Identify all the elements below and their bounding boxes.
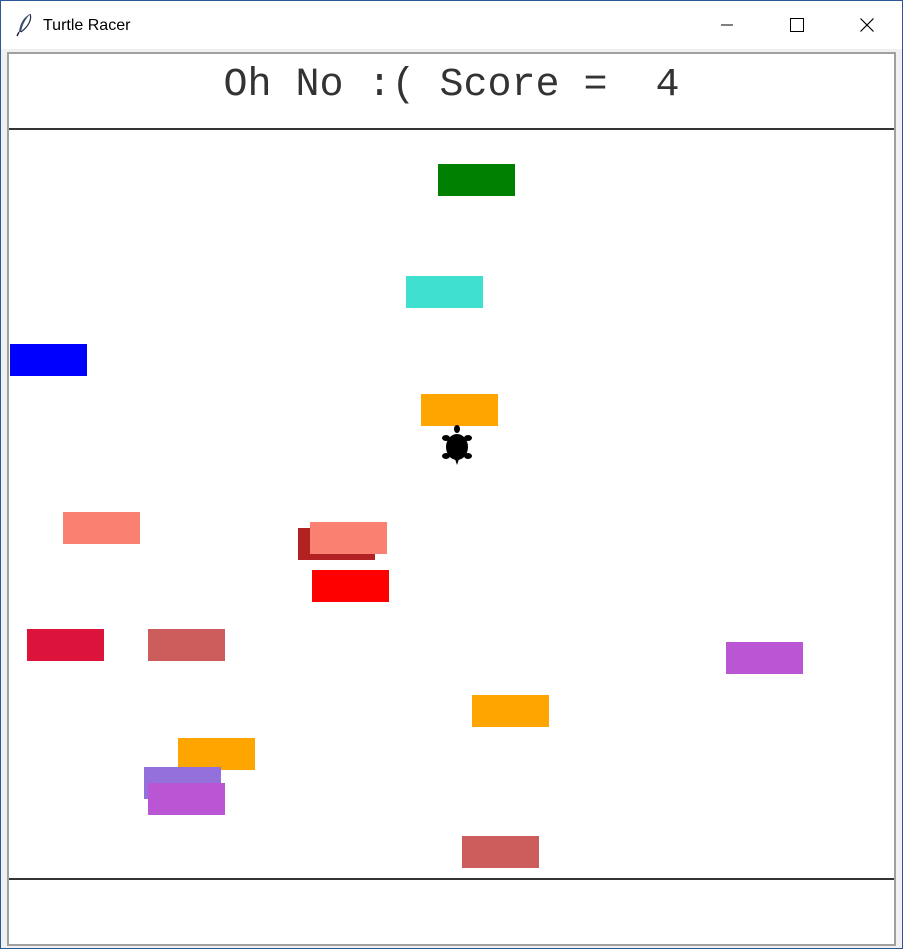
orange-block (421, 394, 498, 426)
green-block (438, 164, 515, 196)
maximize-icon (790, 18, 804, 32)
crimson-block (27, 629, 104, 661)
app-window: Turtle Racer Oh No :( Score = 4 (0, 0, 903, 949)
close-icon (860, 18, 874, 32)
salmon-block (310, 522, 387, 554)
game-canvas[interactable]: Oh No :( Score = 4 (9, 54, 894, 944)
orange-block (178, 738, 255, 770)
score-status-text: Oh No :( Score = 4 (223, 63, 680, 108)
window-title: Turtle Racer (43, 17, 131, 34)
salmon-block (63, 512, 140, 544)
blue-block (10, 344, 87, 376)
bottom-boundary-line (9, 878, 894, 880)
maximize-button[interactable] (762, 1, 832, 49)
close-button[interactable] (832, 1, 902, 49)
turquoise-block (406, 276, 483, 308)
indianred-block (462, 836, 539, 868)
turtle-icon (442, 425, 472, 465)
orchid-block (148, 783, 225, 815)
minimize-button[interactable] (692, 1, 762, 49)
orchid-block (726, 642, 803, 674)
orange-block (472, 695, 549, 727)
indianred-block (148, 629, 225, 661)
feather-icon (16, 13, 32, 37)
minimize-icon (721, 24, 733, 26)
top-boundary-line (9, 128, 894, 130)
red-block (312, 570, 389, 602)
title-bar[interactable]: Turtle Racer (1, 1, 902, 49)
